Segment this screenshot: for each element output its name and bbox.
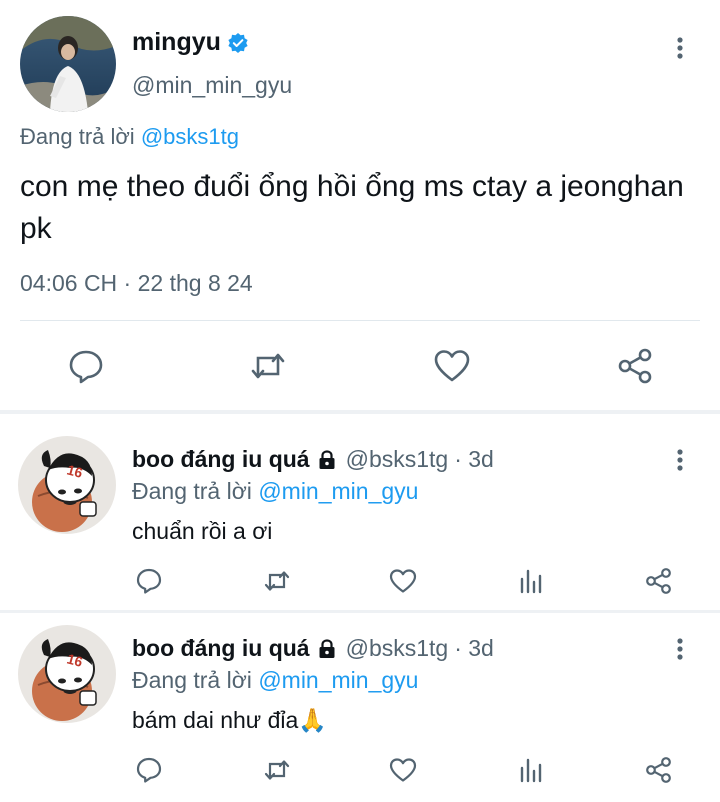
like-icon[interactable] <box>388 755 418 785</box>
views-icon[interactable] <box>516 755 546 785</box>
author-name[interactable]: mingyu <box>132 28 221 57</box>
views-icon[interactable] <box>516 566 546 596</box>
reply-time: · 3d <box>454 635 494 661</box>
reply-header: boo đáng iu quá @bsks1tg · 3d <box>132 446 494 473</box>
retweet-icon[interactable] <box>262 755 292 785</box>
avatar[interactable]: 16 <box>18 625 116 723</box>
reply-tweet: 16 boo đáng iu quá @bsks1tg · 3d Đang tr… <box>0 603 720 799</box>
replying-to-mention[interactable]: @bsks1tg <box>141 124 239 149</box>
like-icon[interactable] <box>388 566 418 596</box>
more-options-icon[interactable] <box>670 637 690 661</box>
reply-author-handle[interactable]: @bsks1tg <box>346 446 449 473</box>
replying-to-mention[interactable]: @min_min_gyu <box>258 667 418 693</box>
reply-time: · 3d <box>454 446 494 472</box>
replying-to-mention[interactable]: @min_min_gyu <box>258 478 418 504</box>
replying-to: Đang trả lời @min_min_gyu <box>132 478 418 505</box>
share-icon[interactable] <box>644 566 674 596</box>
reply-author-name[interactable]: boo đáng iu quá <box>132 446 310 473</box>
avatar[interactable] <box>20 16 116 112</box>
tweet-text: con mẹ theo đuổi ổng hồi ổng ms ctay a j… <box>20 170 684 245</box>
replying-to-prefix: Đang trả lời <box>20 124 141 149</box>
reply-author-handle[interactable]: @bsks1tg <box>346 635 449 662</box>
author-name-row: mingyu <box>132 28 249 57</box>
retweet-icon[interactable] <box>262 566 292 596</box>
lock-icon <box>316 638 338 660</box>
reply-icon[interactable] <box>134 566 164 596</box>
reply-icon[interactable] <box>134 755 164 785</box>
divider <box>20 320 700 321</box>
replying-to: Đang trả lời @bsks1tg <box>20 124 239 150</box>
more-options-icon[interactable] <box>670 448 690 472</box>
lock-icon <box>316 449 338 471</box>
main-tweet: mingyu @min_min_gyu Đang trả lời @bsks1t… <box>0 0 720 412</box>
more-options-icon[interactable] <box>670 36 690 60</box>
replying-to-prefix: Đang trả lời <box>132 478 259 504</box>
retweet-icon[interactable] <box>248 346 288 386</box>
tweet-timestamp: 04:06 CH · 22 thg 8 24 <box>20 270 253 296</box>
reply-text: bám dai như đỉa🙏 <box>132 707 327 733</box>
reply-icon[interactable] <box>66 346 106 386</box>
reply-header: boo đáng iu quá @bsks1tg · 3d <box>132 635 494 662</box>
verified-badge-icon <box>227 32 249 54</box>
reply-tweet: 16 boo đáng iu quá @bsks1tg · 3d Đang tr… <box>0 414 720 610</box>
share-icon[interactable] <box>616 346 656 386</box>
replying-to-prefix: Đang trả lời <box>132 667 259 693</box>
like-icon[interactable] <box>432 346 472 386</box>
avatar[interactable]: 16 <box>18 436 116 534</box>
share-icon[interactable] <box>644 755 674 785</box>
reply-author-name[interactable]: boo đáng iu quá <box>132 635 310 662</box>
replying-to: Đang trả lời @min_min_gyu <box>132 667 418 694</box>
reply-text: chuẩn rồi a ơi <box>132 518 273 544</box>
author-handle[interactable]: @min_min_gyu <box>132 72 292 99</box>
